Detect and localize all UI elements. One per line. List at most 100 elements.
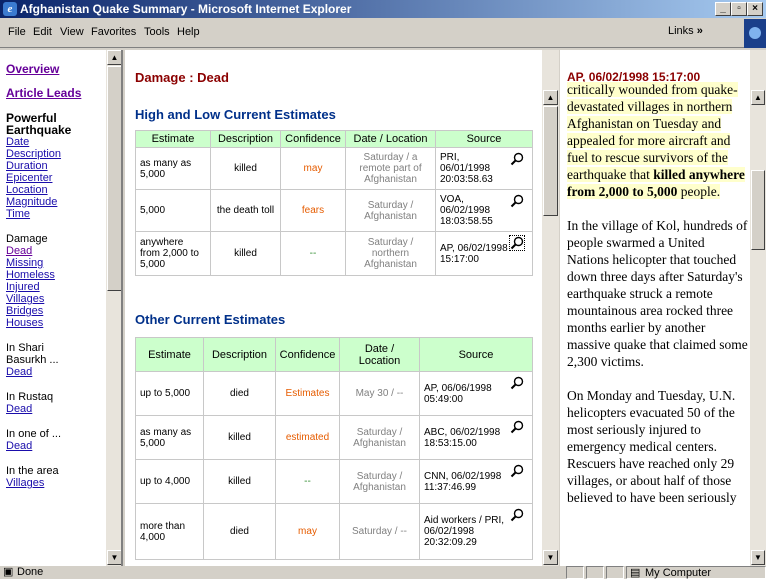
middle-scrollbar[interactable]: ▲ ▼ bbox=[542, 50, 559, 566]
estimate-cell: up to 5,000 bbox=[135, 371, 204, 416]
nav-group-label: In the area bbox=[6, 465, 59, 477]
window-title: Afghanistan Quake Summary - Microsoft In… bbox=[20, 2, 352, 16]
nav-group-link[interactable]: Dead bbox=[6, 366, 106, 378]
links-toolbar[interactable]: Links » bbox=[668, 25, 703, 37]
menu-help[interactable]: Help bbox=[177, 26, 200, 38]
scroll-down-icon[interactable]: ▼ bbox=[543, 550, 558, 565]
nav-date-link[interactable]: Date bbox=[6, 136, 106, 148]
maximize-button[interactable]: ▫ bbox=[731, 2, 747, 16]
date-location-cell-text: Saturday / a remote part of Afghanistan bbox=[359, 152, 422, 185]
magnifier-icon[interactable] bbox=[509, 235, 525, 251]
col-description: Description bbox=[210, 130, 281, 148]
menu-bar: File Edit View Favorites Tools Help Link… bbox=[0, 18, 766, 48]
source-cell-text: AP, 06/02/1998 15:17:00 bbox=[440, 242, 508, 265]
magnifier-icon[interactable] bbox=[510, 376, 524, 390]
nav-article-leads-link[interactable]: Article Leads bbox=[6, 87, 106, 99]
scroll-up-icon[interactable]: ▲ bbox=[751, 90, 765, 105]
scroll-up-icon[interactable]: ▲ bbox=[543, 90, 558, 105]
magnifier-icon[interactable] bbox=[510, 464, 524, 478]
other-estimates-table: Estimate Description Confidence Date / L… bbox=[135, 337, 533, 560]
menu-favorites[interactable]: Favorites bbox=[91, 26, 136, 38]
nav-overview-link[interactable]: Overview bbox=[6, 63, 106, 75]
menu-edit[interactable]: Edit bbox=[33, 26, 52, 38]
source-cell: VOA, 06/02/1998 18:03:58.55 bbox=[435, 189, 533, 232]
status-pane bbox=[586, 566, 604, 579]
date-location-cell-text: Saturday / Afghanistan bbox=[353, 426, 406, 449]
date-location-cell: May 30 / -- bbox=[339, 371, 420, 416]
nav-group-label: In Shari Basurkh ... bbox=[6, 342, 59, 366]
nav-missing-link[interactable]: Missing bbox=[6, 257, 106, 269]
magnifier-icon[interactable] bbox=[510, 152, 524, 166]
estimate-cell-text: 5,000 bbox=[140, 205, 166, 216]
col-confidence: Confidence bbox=[275, 337, 340, 372]
description-cell-text: died bbox=[230, 526, 249, 537]
estimate-cell: more than 4,000 bbox=[135, 503, 204, 560]
estimate-cell-text: up to 5,000 bbox=[140, 388, 191, 399]
menu-tools[interactable]: Tools bbox=[144, 26, 170, 38]
scroll-down-icon[interactable]: ▼ bbox=[107, 550, 121, 565]
nav-injured-link[interactable]: Injured bbox=[6, 281, 106, 293]
magnifier-icon[interactable] bbox=[510, 194, 524, 208]
table-row: up to 4,000 killed -- Saturday / Afghanista… bbox=[135, 459, 533, 504]
description-cell-text: killed bbox=[234, 163, 257, 174]
nav-description-link[interactable]: Description bbox=[6, 148, 106, 160]
nav-group-link[interactable]: Dead bbox=[6, 403, 106, 415]
estimate-cell-text: as many as 5,000 bbox=[140, 426, 192, 449]
nav-time-link[interactable]: Time bbox=[6, 208, 106, 220]
col-date-location: Date / Location bbox=[345, 130, 436, 148]
confidence-cell-text: may bbox=[303, 163, 323, 174]
date-location-cell: Saturday / a remote part of Afghanistan bbox=[345, 147, 436, 190]
nav-bridges-link[interactable]: Bridges bbox=[6, 305, 106, 317]
description-cell: killed bbox=[210, 147, 281, 190]
nav-villages-link[interactable]: Villages bbox=[6, 293, 106, 305]
zone-label: My Computer bbox=[645, 567, 712, 579]
nav-dead-link[interactable]: Dead bbox=[6, 245, 106, 257]
status-text: Done bbox=[17, 566, 44, 578]
close-button[interactable]: × bbox=[747, 2, 763, 16]
nav-houses-link[interactable]: Houses bbox=[6, 317, 106, 329]
description-cell: killed bbox=[203, 415, 276, 460]
nav-location-link[interactable]: Location bbox=[6, 184, 106, 196]
col-date-location: Date / Location bbox=[339, 337, 420, 372]
estimate-cell: as many as 5,000 bbox=[135, 415, 204, 460]
article-paragraph: On Monday and Tuesday, U.N. helicopters … bbox=[567, 388, 737, 505]
magnifier-icon[interactable] bbox=[510, 420, 524, 434]
description-cell-text: killed bbox=[228, 432, 251, 443]
col-source: Source bbox=[435, 130, 533, 148]
confidence-cell-text: -- bbox=[304, 476, 311, 487]
source-cell-text: PRI, 06/01/1998 20:03:58.63 bbox=[440, 152, 493, 185]
col-description: Description bbox=[203, 337, 276, 372]
estimate-cell-text: more than 4,000 bbox=[140, 520, 186, 543]
minimize-button[interactable]: _ bbox=[715, 2, 731, 16]
left-scrollbar[interactable]: ▲ ▼ bbox=[106, 50, 121, 566]
browser-window: e Afghanistan Quake Summary - Microsoft … bbox=[0, 0, 766, 579]
right-scrollbar[interactable]: ▲ ▼ bbox=[750, 50, 766, 566]
confidence-cell: fears bbox=[280, 189, 346, 232]
ie-throbber-icon bbox=[744, 19, 766, 48]
scroll-thumb[interactable] bbox=[107, 66, 121, 291]
status-pane bbox=[606, 566, 624, 579]
scroll-up-icon[interactable]: ▲ bbox=[107, 50, 121, 65]
menu-file[interactable]: File bbox=[8, 26, 26, 38]
scroll-down-icon[interactable]: ▼ bbox=[751, 550, 765, 565]
scroll-thumb[interactable] bbox=[543, 106, 558, 216]
computer-icon: ▤ bbox=[630, 567, 641, 579]
page-done-icon: ▣ bbox=[3, 566, 14, 578]
status-pane bbox=[566, 566, 584, 579]
table-row: up to 5,000 died Estimates May 30 / -- AP, 0… bbox=[135, 371, 533, 416]
table-row: 5,000 the death toll fears Saturday / Afgha… bbox=[135, 189, 533, 232]
date-location-cell-text: Saturday / Afghanistan bbox=[353, 470, 406, 493]
nav-duration-link[interactable]: Duration bbox=[6, 160, 106, 172]
nav-group-link[interactable]: Dead bbox=[6, 440, 106, 452]
date-location-cell: Saturday / -- bbox=[339, 503, 420, 560]
article-paragraph: In the village of Kol, hundreds of peopl… bbox=[567, 218, 748, 369]
table-row: as many as 5,000 killed estimated Saturday … bbox=[135, 415, 533, 460]
source-cell: AP, 06/06/1998 05:49:00 bbox=[419, 371, 533, 416]
nav-epicenter-link[interactable]: Epicenter bbox=[6, 172, 106, 184]
nav-magnitude-link[interactable]: Magnitude bbox=[6, 196, 106, 208]
magnifier-icon[interactable] bbox=[510, 508, 524, 522]
nav-group-link[interactable]: Villages bbox=[6, 477, 106, 489]
menu-view[interactable]: View bbox=[60, 26, 84, 38]
scroll-thumb[interactable] bbox=[751, 170, 765, 250]
nav-homeless-link[interactable]: Homeless bbox=[6, 269, 106, 281]
